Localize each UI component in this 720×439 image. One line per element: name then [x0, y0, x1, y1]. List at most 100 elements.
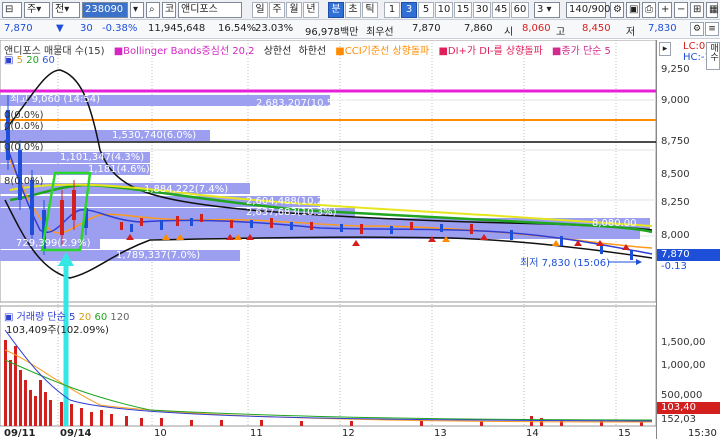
minute-45-button[interactable]: 45: [492, 2, 510, 18]
legend: 앤디포스 매물대 수(15) ■Bollinger Bands중심선 20,2 …: [4, 46, 611, 57]
vol-bar-label-6: 2,604,488(10.2%): [246, 196, 337, 207]
date-label-0914: 09/14: [60, 428, 92, 439]
ma-legend-5: 5: [16, 55, 24, 66]
stock-name: 앤디포스: [178, 2, 242, 18]
quote-turnover: 16.54%: [218, 23, 257, 34]
period-minute-button[interactable]: 분: [328, 2, 344, 18]
quote-change: 30: [80, 23, 93, 34]
date-label-close: 15:30: [688, 428, 717, 439]
quote-best-bid: 7,860: [464, 23, 493, 34]
axis-toggle-icon[interactable]: ▸: [659, 42, 671, 56]
prev-select[interactable]: 전▾: [52, 2, 80, 18]
ma-legend-20: 20: [26, 55, 39, 66]
vol-axis-500000: 500,000: [661, 390, 703, 401]
left-pct-4: 8(0.0%): [4, 176, 44, 187]
minute-60-button[interactable]: 60: [511, 2, 529, 18]
quote-low-label: 저: [626, 27, 636, 38]
low-label: 최저 7,830 (15:06): [520, 258, 611, 269]
market-select[interactable]: 주▾: [24, 2, 50, 18]
volume-tag-2: 152,03: [661, 414, 696, 425]
quote-low: 7,830: [648, 23, 677, 34]
grid-icon[interactable]: ▦: [706, 2, 718, 18]
quote-best-label: 최우선: [366, 27, 394, 38]
date-label-14: 14: [526, 428, 539, 439]
period-week-button[interactable]: 주: [269, 2, 285, 18]
quote-volume: 11,945,648: [148, 23, 206, 34]
period-month-button[interactable]: 월: [286, 2, 302, 18]
count-select[interactable]: 3 ▾: [534, 2, 560, 18]
tool-select[interactable]: ⊟: [2, 2, 22, 18]
current-change: -0.13: [661, 261, 687, 272]
left-pct-1: 0(0.0%): [4, 110, 44, 121]
vol-bar-label-1: 2,683,207(10.5%): [256, 98, 347, 109]
change-arrow-icon: ▼: [56, 23, 64, 34]
right-axis: ▸ LC:0.51 HC:-13 9,250 9,000 8,750 8,500…: [656, 40, 720, 439]
lock-icon[interactable]: ▣: [626, 2, 640, 18]
axis-label-8500: 8,500: [661, 169, 690, 180]
print-icon[interactable]: ⎙: [642, 2, 656, 18]
current-price-tag: 7,870: [657, 249, 720, 261]
vol-axis-1000000: 1,000,00: [661, 360, 706, 371]
stock-code-input[interactable]: 238090: [82, 2, 128, 18]
axis-label-9250: 9,250: [661, 64, 690, 75]
quote-open-label: 시: [504, 27, 514, 38]
vol-bar-label-4: 1,181(4.6%): [88, 164, 150, 175]
vol-axis-1500000: 1,500,00: [661, 337, 706, 348]
axis-label-9000: 9,000: [661, 95, 690, 106]
axis-label-8250: 8,250: [661, 197, 690, 208]
legend-cci: CCI기준선 상향돌파: [344, 46, 430, 57]
legend-bb-upper: 상한선: [263, 46, 292, 57]
date-label-11: 11: [250, 428, 263, 439]
price-chart[interactable]: [0, 40, 720, 439]
volume-last: 103,409주(102.09%): [6, 325, 109, 336]
left-pct-3: 0(0.0%): [4, 142, 44, 153]
minute-30-button[interactable]: 30: [473, 2, 491, 18]
zoom-out-icon[interactable]: −: [674, 2, 688, 18]
quote-amount: 96,978백만: [305, 27, 359, 38]
legend-close-ma: 종가 단순 5: [561, 46, 611, 57]
axis-label-8750: 8,750: [661, 136, 690, 147]
minute-3-button[interactable]: 3: [401, 2, 417, 18]
zoom-icon[interactable]: ⌕: [146, 2, 160, 18]
vol-bar-label-7: 2,637,683(10.3%): [246, 207, 337, 218]
legend-dmi: DI+가 DI-를 상향돌파: [447, 46, 543, 57]
toolbar-top: ⊟ 주▾ 전▾ 238090 ▾ ⌕ 코 앤디포스 일 주 월 년 분 초 틱 …: [0, 0, 720, 20]
quote-high-label: 고: [556, 27, 566, 38]
minute-1-button[interactable]: 1: [384, 2, 400, 18]
ma-legend: ▣ 5 20 60: [4, 55, 55, 66]
view-count-input[interactable]: 140/900: [566, 2, 611, 18]
left-pct-2: 0(0.0%): [4, 121, 44, 132]
zoom-in-icon[interactable]: +: [658, 2, 672, 18]
minute-5-button[interactable]: 5: [418, 2, 434, 18]
volume-tag: 103,40: [657, 402, 720, 414]
date-label-12: 12: [342, 428, 355, 439]
volume-legend-120: 120: [110, 312, 130, 323]
vol-bar-label-3: 1,101,347(4.3%): [60, 152, 145, 163]
count-select-label: 3: [537, 4, 544, 15]
minute-10-button[interactable]: 10: [435, 2, 453, 18]
search-icon[interactable]: ▾: [130, 2, 144, 18]
split-icon[interactable]: ⊞: [690, 2, 704, 18]
vol-bar-label-8: 8,080.00: [592, 218, 637, 229]
options-icon[interactable]: ⚙: [610, 2, 624, 18]
vol-bar-label-5: 1,884,222(7.4%): [144, 184, 229, 195]
period-year-button[interactable]: 년: [303, 2, 319, 18]
code-prefix[interactable]: 코: [162, 2, 176, 18]
menu-icon[interactable]: ≡: [705, 22, 719, 36]
quote-ratio: 23.03%: [255, 23, 294, 34]
high-label: 최고 9,060 (14:54): [10, 94, 101, 105]
quote-price: 7,870: [4, 23, 33, 34]
vol-bar-label-10: 1,789,337(7.0%): [116, 250, 201, 261]
buy-button[interactable]: 매수: [706, 42, 720, 70]
date-label-13: 13: [434, 428, 447, 439]
period-day-button[interactable]: 일: [252, 2, 268, 18]
settings-icon[interactable]: ⚙: [690, 22, 704, 36]
minute-15-button[interactable]: 15: [454, 2, 472, 18]
axis-label-8000: 8,000: [661, 230, 690, 241]
quote-best-ask: 7,870: [412, 23, 441, 34]
date-label-0911: 09/11: [4, 428, 36, 439]
quote-open: 8,060: [522, 23, 551, 34]
period-tick-button[interactable]: 틱: [362, 2, 378, 18]
date-label-10: 10: [154, 428, 167, 439]
period-second-button[interactable]: 초: [345, 2, 361, 18]
